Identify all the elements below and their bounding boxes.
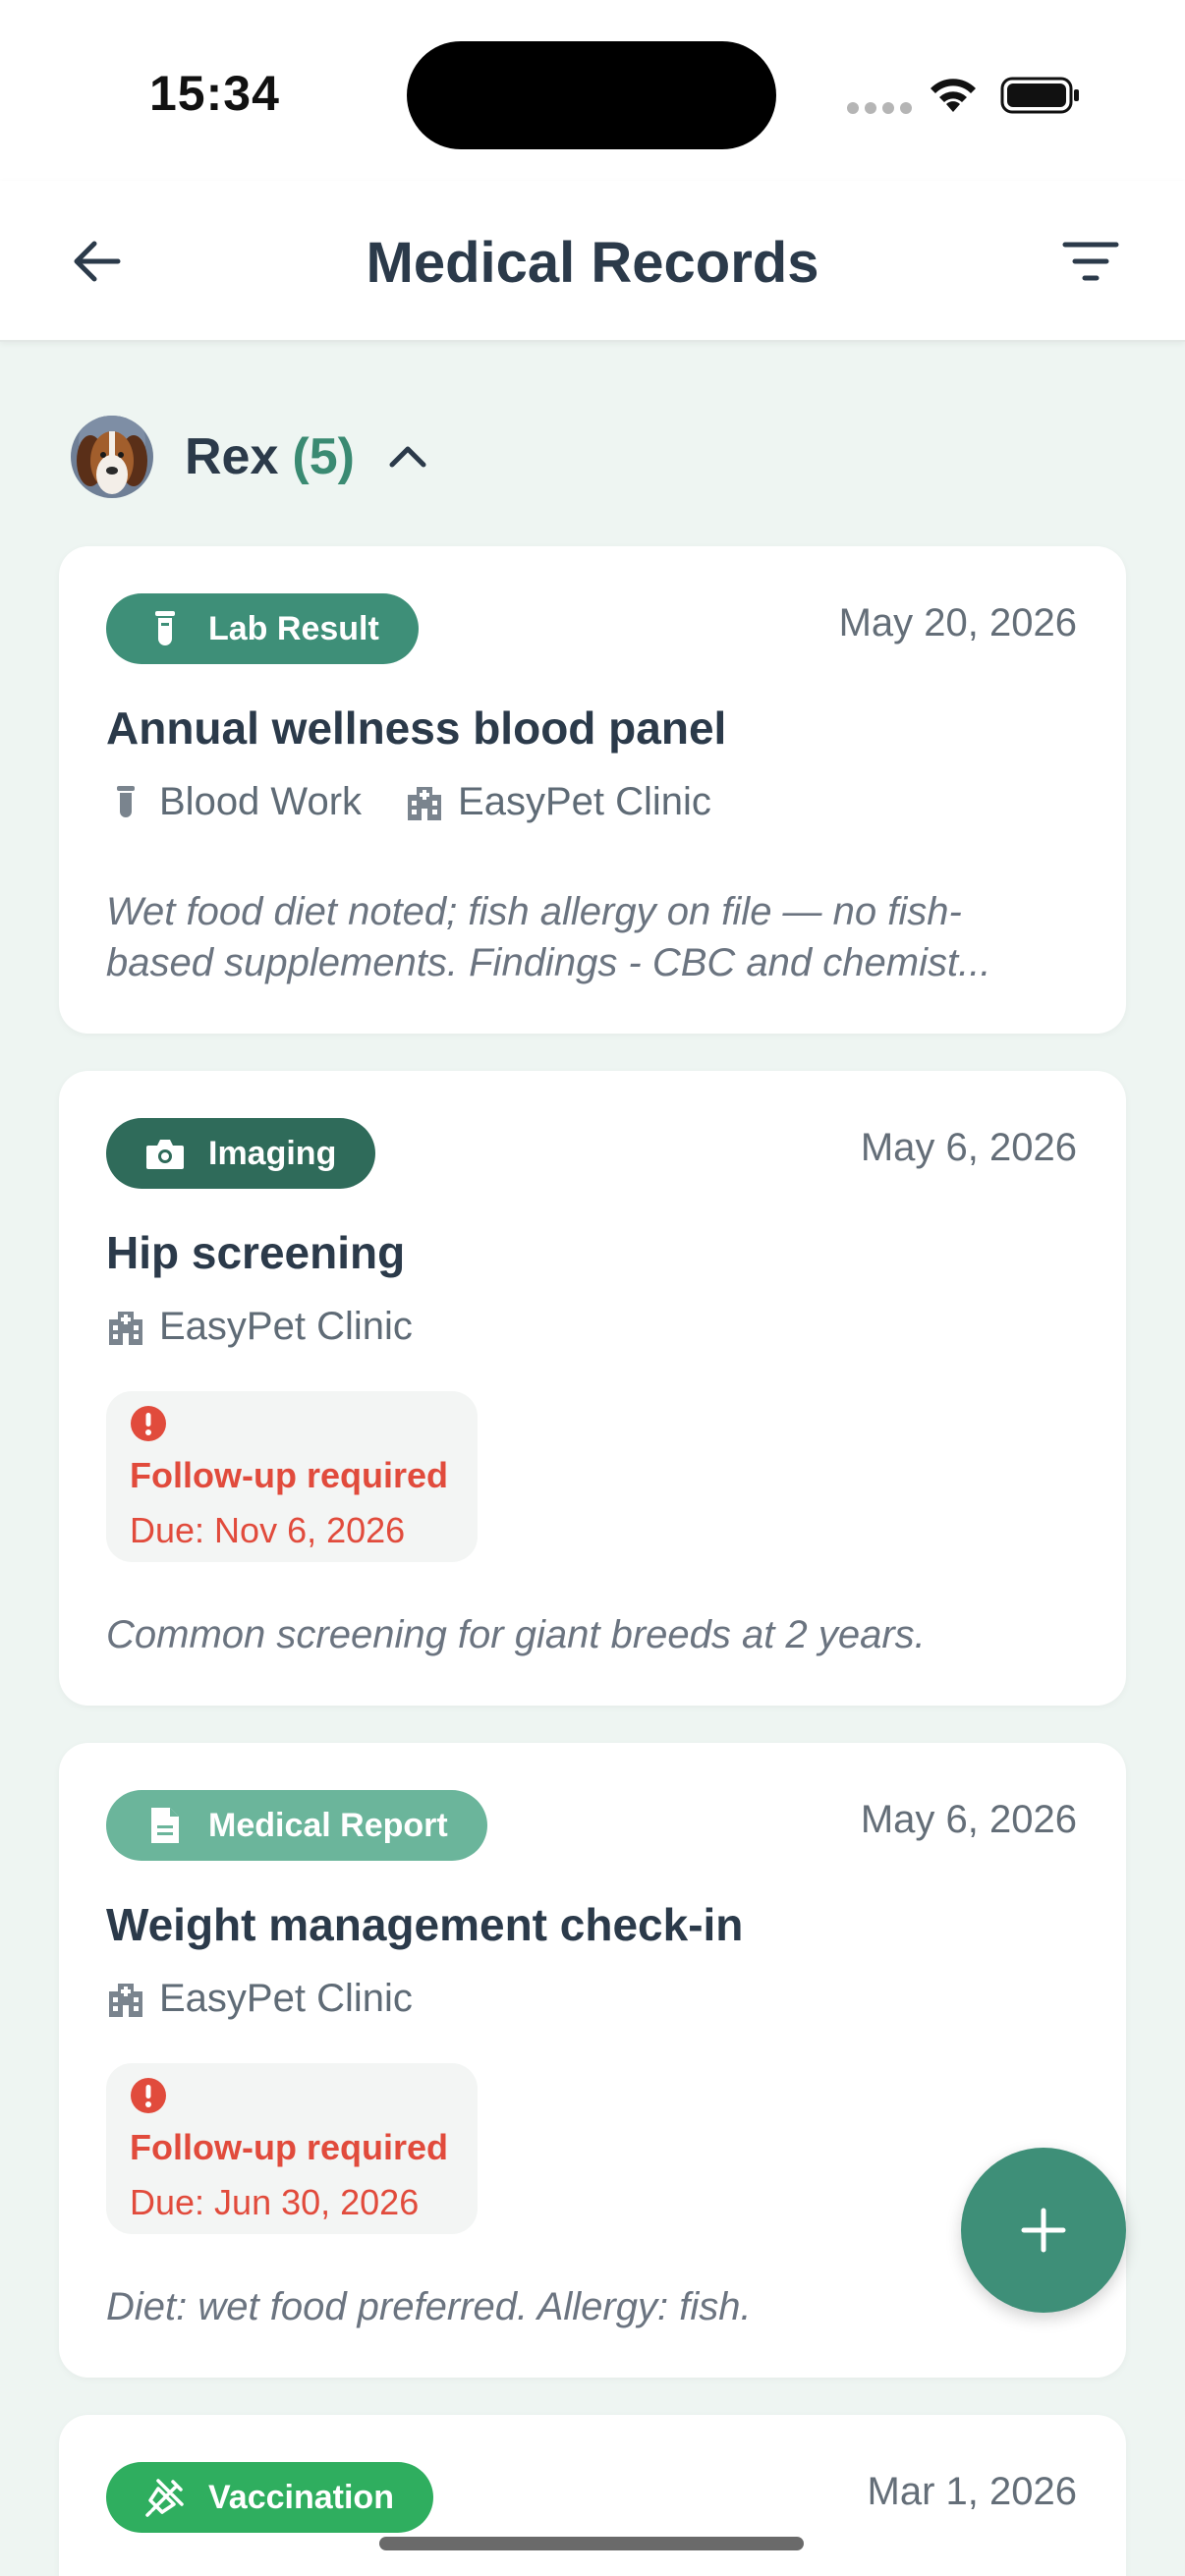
hospital-icon <box>405 783 444 822</box>
page-title: Medical Records <box>366 231 819 295</box>
record-meta: EasyPet Clinic <box>106 1977 413 2021</box>
record-clinic: EasyPet Clinic <box>458 780 711 823</box>
record-date: May 6, 2026 <box>860 1126 1077 1169</box>
record-title: Weight management check-in <box>106 1899 744 1950</box>
syringe-icon <box>145 2478 185 2517</box>
pet-avatar <box>71 416 153 498</box>
record-meta: EasyPet Clinic <box>106 1305 413 1349</box>
record-title: Annual wellness blood panel <box>106 702 727 754</box>
record-count: (5) <box>292 428 355 485</box>
hospital-icon <box>106 1308 145 1347</box>
test-tube-icon <box>145 609 185 648</box>
test-tube-icon <box>106 783 145 822</box>
chevron-up-icon[interactable] <box>388 443 427 471</box>
followup-title: Follow-up required <box>130 2127 448 2167</box>
add-record-button[interactable] <box>961 2148 1126 2313</box>
followup-due: Due: Jun 30, 2026 <box>130 2182 420 2222</box>
record-type-badge: Lab Result <box>106 593 419 664</box>
followup-box: Follow-up required Due: Nov 6, 2026 <box>106 1391 478 1562</box>
record-date: May 6, 2026 <box>860 1798 1077 1841</box>
filter-button[interactable] <box>1053 224 1128 299</box>
pet-name: Rex <box>185 428 279 485</box>
badge-label: Lab Result <box>208 609 379 647</box>
followup-box: Follow-up required Due: Jun 30, 2026 <box>106 2063 478 2234</box>
record-clinic: EasyPet Clinic <box>159 1977 413 2020</box>
record-card-lab-result[interactable]: Lab Result May 20, 2026 Annual wellness … <box>59 546 1126 1034</box>
battery-icon <box>1000 77 1079 114</box>
record-notes: Diet: wet food preferred. Allergy: fish. <box>106 2285 752 2328</box>
screen: 15:34 Medical Records Rex (5) Lab Result… <box>0 0 1185 2576</box>
record-notes: Wet food diet noted; fish allergy on fil… <box>106 890 991 984</box>
record-date: May 20, 2026 <box>838 601 1077 644</box>
record-card-vaccination[interactable]: Vaccination Mar 1, 2026 <box>59 2415 1126 2576</box>
hospital-icon <box>106 1980 145 2019</box>
record-type-badge: Vaccination <box>106 2462 433 2533</box>
record-date: Mar 1, 2026 <box>867 2470 1077 2513</box>
app-header: Medical Records <box>0 181 1185 342</box>
dynamic-island <box>407 41 776 149</box>
document-icon <box>145 1806 185 1845</box>
status-bar: 15:34 <box>0 0 1185 181</box>
filter-icon <box>1062 242 1119 281</box>
plus-icon <box>1021 2208 1066 2253</box>
record-card-medical-report[interactable]: Medical Report May 6, 2026 Weight manage… <box>59 1743 1126 2378</box>
record-meta: Blood Work EasyPet Clinic <box>106 780 711 824</box>
alert-icon <box>131 1406 166 1441</box>
record-title: Hip screening <box>106 1227 406 1278</box>
badge-label: Medical Report <box>208 1806 448 1844</box>
record-category: Blood Work <box>159 780 363 823</box>
wifi-icon <box>931 79 976 112</box>
alert-icon <box>131 2078 166 2113</box>
badge-label: Imaging <box>208 1134 337 1172</box>
record-clinic: EasyPet Clinic <box>159 1305 413 1348</box>
record-card-imaging[interactable]: Imaging May 6, 2026 Hip screening EasyPe… <box>59 1071 1126 1706</box>
record-notes: Common screening for giant breeds at 2 y… <box>106 1613 926 1656</box>
record-type-badge: Imaging <box>106 1118 376 1189</box>
record-type-badge: Medical Report <box>106 1790 487 1861</box>
followup-due: Due: Nov 6, 2026 <box>130 1510 406 1550</box>
status-time: 15:34 <box>149 66 280 121</box>
badge-label: Vaccination <box>208 2478 394 2516</box>
followup-title: Follow-up required <box>130 1455 448 1495</box>
cellular-signal-icon <box>847 102 912 114</box>
camera-icon <box>145 1134 185 1173</box>
pet-group-header[interactable]: Rex (5) <box>71 415 427 499</box>
home-indicator[interactable] <box>379 2537 804 2550</box>
